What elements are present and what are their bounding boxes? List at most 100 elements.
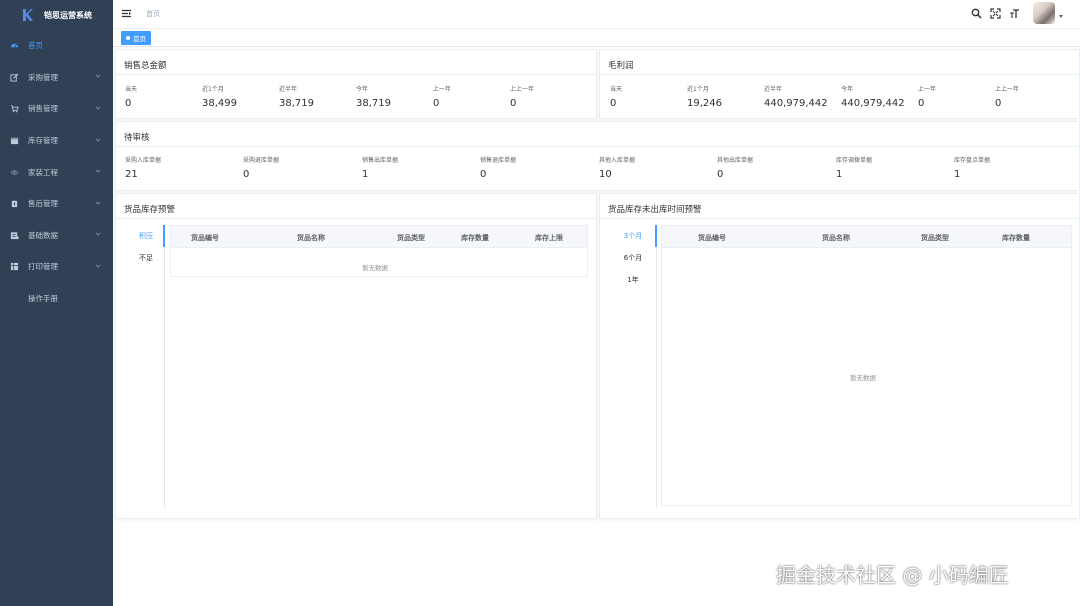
column-header[interactable]: 库存数量: [1002, 233, 1030, 243]
pending-stat[interactable]: 销售退库单据 0: [480, 155, 516, 180]
fullscreen-icon[interactable]: [990, 8, 1001, 19]
pending-stat[interactable]: 采购入库单据 21: [125, 155, 161, 180]
stat-value: 38,719: [279, 98, 314, 109]
app-title: 铠思运营系统: [44, 10, 92, 20]
tab-6-months[interactable]: 6个月: [610, 247, 656, 269]
logo-icon: [23, 9, 33, 21]
column-header[interactable]: 货品编号: [191, 233, 219, 243]
navbar: 首页: [113, 0, 1080, 29]
cart-icon: [10, 104, 19, 113]
sidebar-item-decoration[interactable]: 家装工程: [0, 156, 113, 188]
stat-year-before-last: 上上一年 0: [995, 84, 1019, 109]
sidebar-item-inventory[interactable]: 库存管理: [0, 125, 113, 157]
sidebar-item-aftersales[interactable]: 售后管理: [0, 188, 113, 220]
tabs-divider: [164, 225, 165, 508]
caret-down-icon[interactable]: [1059, 15, 1063, 18]
dashboard-icon: [10, 41, 19, 50]
sidebar-item-label: 销售管理: [28, 104, 58, 114]
column-header[interactable]: 库存上限: [535, 233, 563, 243]
stat-value: 0: [243, 169, 250, 180]
stat-value: 0: [125, 98, 132, 109]
logo[interactable]: 铠思运营系统: [0, 0, 113, 30]
stat-month: 近1个月 19,246: [687, 84, 722, 109]
stat-month: 近1个月 38,499: [202, 84, 237, 109]
stat-half-year: 近半年 38,719: [279, 84, 314, 109]
column-header[interactable]: 货品类型: [921, 233, 949, 243]
pending-stat[interactable]: 其他出库单据 0: [717, 155, 753, 180]
stat-this-year: 今年 38,719: [356, 84, 391, 109]
stat-this-year: 今年 440,979,442: [841, 84, 905, 109]
sidebar-item-home[interactable]: 首页: [0, 30, 113, 62]
tab-overstock[interactable]: 积压: [128, 225, 164, 247]
tag-home[interactable]: 首页: [121, 31, 151, 45]
search-icon[interactable]: [971, 8, 982, 19]
divider: [116, 74, 596, 75]
sidebar: 铠思运营系统 首页 采购管理 销售管理 库存管理 家装工程 售后管理 基础数据 …: [0, 0, 113, 606]
tab-shortage[interactable]: 不足: [128, 247, 164, 269]
sidebar-item-purchase[interactable]: 采购管理: [0, 62, 113, 94]
stat-value: 1: [362, 169, 369, 180]
stock-alert-table: 货品编号 货品名称 货品类型 库存数量 库存上限 暂无数据: [170, 225, 588, 277]
column-header[interactable]: 库存数量: [461, 233, 489, 243]
card-title: 销售总金额: [124, 61, 167, 71]
active-tab-indicator: [655, 225, 657, 247]
chevron-down-icon: [95, 169, 101, 173]
sidebar-item-label: 售后管理: [28, 199, 58, 209]
text-size-icon[interactable]: [1009, 8, 1020, 19]
stat-label: 上一年: [433, 86, 452, 93]
stock-alert-tabs: 积压 不足: [128, 225, 164, 269]
stat-today: 当天 0: [610, 84, 622, 109]
stat-label: 当天: [610, 86, 623, 93]
sidebar-item-label: 家装工程: [28, 167, 58, 177]
stat-label: 近1个月: [687, 86, 709, 93]
tab-1-year[interactable]: 1年: [610, 269, 656, 291]
stat-half-year: 近半年 440,979,442: [764, 84, 828, 109]
divider: [116, 218, 596, 219]
stat-label: 销售出库单据: [362, 157, 399, 164]
sidebar-item-label: 采购管理: [28, 72, 58, 82]
pending-stat[interactable]: 采购退库单据 0: [243, 155, 279, 180]
column-header[interactable]: 货品名称: [297, 233, 325, 243]
avatar[interactable]: [1033, 2, 1055, 24]
stat-label: 采购入库单据: [125, 157, 162, 164]
eye-icon: [10, 168, 19, 177]
edit-icon: [10, 73, 19, 82]
watermark: 掘金技术社区 @ 小码编匠: [776, 563, 1009, 587]
stat-value: 0: [480, 169, 487, 180]
stat-value: 21: [125, 169, 138, 180]
sidebar-item-print[interactable]: 打印管理: [0, 251, 113, 283]
stat-label: 采购退库单据: [243, 157, 280, 164]
pending-stat[interactable]: 其他入库单据 10: [599, 155, 635, 180]
stat-label: 今年: [841, 86, 854, 93]
column-header[interactable]: 货品编号: [698, 233, 726, 243]
stat-last-year: 上一年 0: [918, 84, 936, 109]
sales-total-card: 销售总金额 当天 0 近1个月 38,499 近半年 38,719 今年 38,…: [115, 49, 597, 119]
sidebar-item-basedata[interactable]: 基础数据: [0, 220, 113, 252]
stale-alert-table: 货品编号 货品名称 货品类型 库存数量 暂无数据: [661, 225, 1072, 506]
sidebar-item-manual[interactable]: 操作手册: [0, 283, 113, 315]
stat-value: 0: [510, 98, 517, 109]
stat-label: 上一年: [918, 86, 937, 93]
chevron-down-icon: [95, 233, 101, 236]
tab-3-months[interactable]: 3个月: [610, 225, 656, 247]
stat-value: 440,979,442: [841, 98, 905, 109]
sidebar-item-sales[interactable]: 销售管理: [0, 93, 113, 125]
table-icon: [10, 231, 19, 240]
stat-label: 近半年: [279, 86, 298, 93]
lock-icon: [10, 199, 19, 208]
column-header[interactable]: 货品类型: [397, 233, 425, 243]
pending-stat[interactable]: 库存盘点单据 1: [954, 155, 990, 180]
stat-today: 当天 0: [125, 84, 137, 109]
column-header[interactable]: 货品名称: [822, 233, 850, 243]
stat-value: 0: [717, 169, 724, 180]
sidebar-item-label: 库存管理: [28, 136, 58, 146]
tag-label: 首页: [133, 35, 146, 43]
pending-stat[interactable]: 库存调拨单据 1: [836, 155, 872, 180]
stat-label: 库存盘点单据: [954, 157, 991, 164]
hamburger-icon[interactable]: [121, 8, 132, 19]
pending-stat[interactable]: 销售出库单据 1: [362, 155, 398, 180]
stat-value: 0: [433, 98, 440, 109]
chevron-down-icon: [95, 138, 101, 142]
stat-value: 0: [610, 98, 617, 109]
sidebar-menu: 首页 采购管理 销售管理 库存管理 家装工程 售后管理 基础数据 打印管理 操作…: [0, 30, 113, 314]
